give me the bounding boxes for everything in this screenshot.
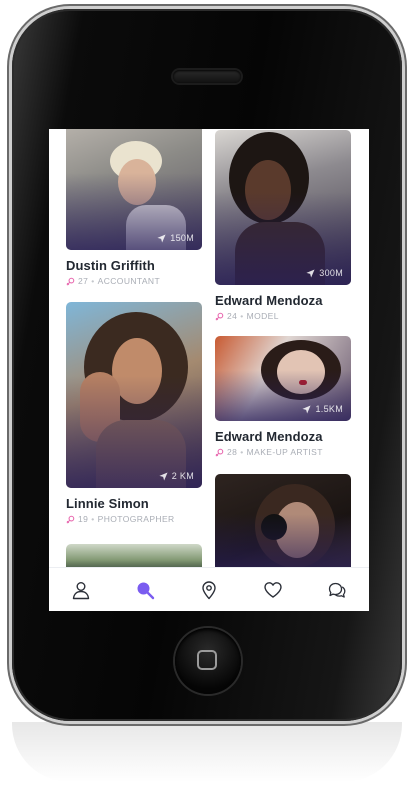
bottom-tab-bar xyxy=(49,567,369,611)
profile-age: 27 xyxy=(78,276,89,286)
profile-occupation: MODEL xyxy=(246,311,279,321)
navigation-arrow-icon xyxy=(306,268,315,278)
tab-search[interactable] xyxy=(125,570,165,610)
distance-value: 150M xyxy=(170,233,194,243)
tab-likes[interactable] xyxy=(253,570,293,610)
profile-photo[interactable]: 300M xyxy=(215,130,351,285)
profile-age: 24 xyxy=(227,311,238,321)
person-icon xyxy=(72,582,90,600)
distance-value: 300M xyxy=(319,268,343,278)
navigation-arrow-icon xyxy=(157,233,166,243)
profile-photo[interactable]: 150M xyxy=(66,129,202,250)
profile-card[interactable] xyxy=(215,474,351,567)
profile-occupation: MAKE-UP ARTIST xyxy=(246,447,323,457)
separator-dot: • xyxy=(91,276,95,286)
profile-card[interactable]: 150M Dustin Griffith 27 • ACCOUNTANT xyxy=(66,129,202,286)
distance-label: 2 KM xyxy=(159,471,194,481)
distance-label: 1.5KM xyxy=(302,404,343,414)
profile-occupation: ACCOUNTANT xyxy=(97,276,161,286)
navigation-arrow-icon xyxy=(159,471,168,481)
distance-value: 2 KM xyxy=(171,471,194,481)
profile-occupation: PHOTOGRAPHER xyxy=(97,514,175,524)
earpiece-speaker xyxy=(173,70,241,83)
separator-dot: • xyxy=(240,311,244,321)
home-button[interactable] xyxy=(175,628,241,694)
profile-name: Dustin Griffith xyxy=(66,258,155,273)
profile-photo[interactable]: 2 KM xyxy=(66,302,202,488)
app-screen: 150M Dustin Griffith 27 • ACCOUNTANT 300… xyxy=(49,129,369,611)
profile-feed[interactable]: 150M Dustin Griffith 27 • ACCOUNTANT 300… xyxy=(49,129,369,567)
profile-name: Edward Mendoza xyxy=(215,293,323,308)
female-gender-icon xyxy=(66,277,75,285)
profile-meta: 24 • MODEL xyxy=(215,311,351,321)
profile-age: 19 xyxy=(78,514,89,524)
tab-nearby[interactable] xyxy=(189,570,229,610)
female-gender-icon xyxy=(215,448,224,456)
profile-name: Edward Mendoza xyxy=(215,429,323,444)
heart-icon xyxy=(264,582,282,598)
female-gender-icon xyxy=(215,312,224,320)
location-pin-icon xyxy=(202,581,216,600)
profile-card[interactable]: 300M Edward Mendoza 24 • MODEL xyxy=(215,130,351,321)
separator-dot: • xyxy=(240,447,244,457)
profile-card[interactable]: 1.5KM Edward Mendoza 28 • MAKE-UP ARTIST xyxy=(215,336,351,457)
separator-dot: • xyxy=(91,514,95,524)
profile-photo[interactable] xyxy=(215,474,351,567)
search-icon xyxy=(137,582,155,600)
female-gender-icon xyxy=(66,515,75,523)
profile-photo[interactable] xyxy=(66,544,202,567)
tab-messages[interactable] xyxy=(317,570,357,610)
distance-value: 1.5KM xyxy=(315,404,343,414)
profile-meta: 28 • MAKE-UP ARTIST xyxy=(215,447,351,457)
profile-card[interactable]: 2 KM Linnie Simon 19 • PHOTOGRAPHER xyxy=(66,302,202,524)
navigation-arrow-icon xyxy=(302,404,312,414)
chat-bubbles-icon xyxy=(328,582,346,598)
distance-label: 150M xyxy=(157,233,194,243)
profile-age: 28 xyxy=(227,447,238,457)
profile-name: Linnie Simon xyxy=(66,496,149,511)
profile-card[interactable] xyxy=(66,544,202,567)
tab-profile[interactable] xyxy=(61,570,101,610)
home-square-icon xyxy=(197,650,217,670)
phone-reflection xyxy=(12,722,402,782)
device-mockup: 150M Dustin Griffith 27 • ACCOUNTANT 300… xyxy=(0,0,414,786)
profile-meta: 19 • PHOTOGRAPHER xyxy=(66,514,202,524)
distance-label: 300M xyxy=(306,268,343,278)
profile-photo[interactable]: 1.5KM xyxy=(215,336,351,421)
profile-meta: 27 • ACCOUNTANT xyxy=(66,276,202,286)
